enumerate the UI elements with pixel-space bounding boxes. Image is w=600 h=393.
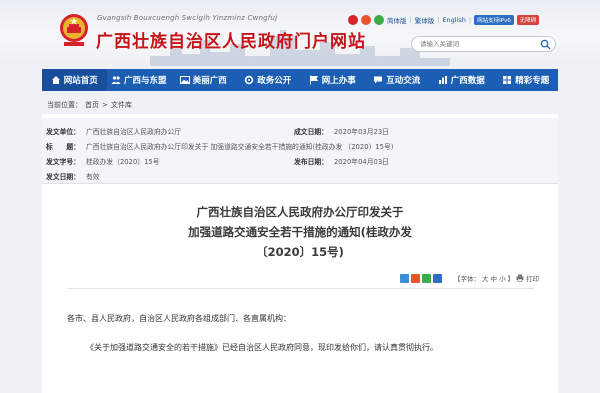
nav-item-online-services[interactable]: 网上办事 [300, 69, 365, 91]
meta-docno-value: 桂政办发〔2020〕15号 [85, 158, 160, 166]
wechat-icon[interactable] [374, 15, 384, 25]
nav-item-interaction[interactable]: 互动交流 [365, 69, 430, 91]
top-links: 简体版 | 繁体版 | English | 网站支持IPv6 无障碍 [348, 15, 540, 25]
article-title-line: 加强道路交通安全若干措施的通知(桂政办发 [188, 225, 412, 239]
nav-label: 美丽广西 [192, 76, 227, 86]
site-title[interactable]: 广西壮族自治区人民政府门户网站 [96, 27, 366, 52]
grid-icon [503, 76, 512, 84]
meta-docno-label: 发文字号： [46, 158, 80, 166]
flag-icon [309, 75, 318, 85]
meta-title-value: 广西壮族自治区人民政府办公厅印发关于 加强道路交通安全若干措施的通知(桂政办发 … [85, 143, 394, 151]
meta-pubdate-label: 发布日期： [294, 158, 328, 166]
nav-item-data[interactable]: 广西数据 [429, 69, 494, 91]
font-size-large[interactable]: 大 [482, 273, 489, 283]
meta-date: 成文日期： 2020年03月23日 [294, 126, 389, 136]
breadcrumb-current[interactable]: 文件库 [111, 100, 132, 110]
share-weibo-icon[interactable] [411, 273, 420, 283]
weibo-icon[interactable] [361, 15, 371, 25]
font-size-small[interactable]: 小 [499, 273, 506, 283]
chat-icon [374, 76, 383, 84]
nav-label: 网上办事 [321, 76, 356, 86]
message-icon[interactable] [348, 15, 358, 25]
nav-label: 广西数据 [450, 76, 485, 86]
meta-issuer-label: 发文单位： [46, 128, 80, 136]
meta-issuer: 发文单位： 广西壮族自治区人民政府办公厅 [46, 126, 181, 136]
font-size-end: 】 [507, 275, 515, 283]
meta-date-label: 成文日期： [294, 128, 328, 136]
meta-validity: 发文日期： 有效 [46, 171, 100, 181]
meta-validity-label: 发文日期： [46, 173, 80, 181]
gear-icon [245, 75, 254, 85]
breadcrumb-home[interactable]: 首页 [85, 100, 99, 110]
site-header: Gvangsih Bouxcuengh Swcigih Yinzminz Cwn… [0, 0, 600, 66]
chart-icon [438, 76, 447, 84]
meta-pubdate: 发布日期： 2020年04月03日 [294, 156, 389, 166]
article-title-line: 〔2020〕15号) [256, 245, 344, 259]
print-icon[interactable] [516, 274, 524, 282]
article-tools: 【字体： 大 中 小 】 打印 [400, 273, 539, 283]
nav-label: 网站首页 [63, 76, 98, 86]
nav-item-asean[interactable]: 广西与东盟 [107, 69, 172, 91]
nav-item-beautiful-guangxi[interactable]: 美丽广西 [171, 69, 236, 91]
article-paragraph-body: 《关于加强道路交通安全的若干措施》已经自治区人民政府同意，现印发给你们，请认真贯… [86, 343, 438, 352]
accessibility-button[interactable]: 无障碍 [516, 15, 540, 25]
home-icon [51, 76, 60, 84]
nav-label: 互动交流 [386, 76, 421, 86]
share-qzone-icon[interactable] [400, 273, 409, 283]
nav-item-home[interactable]: 网站首页 [42, 69, 107, 91]
image-icon [179, 76, 190, 84]
breadcrumb-prefix: 当前位置： [47, 101, 82, 109]
search-icon[interactable] [540, 39, 551, 50]
font-size-label: 【字体： [454, 275, 480, 283]
search-input[interactable] [412, 37, 532, 51]
nav-item-topics[interactable]: 精彩专题 [494, 69, 559, 91]
divider [68, 288, 534, 289]
breadcrumb-separator: > [102, 101, 108, 109]
traditional-link[interactable]: 繁体版 [415, 15, 435, 25]
print-button[interactable]: 打印 [526, 273, 539, 283]
nav-label: 广西与东盟 [123, 76, 167, 86]
nav-label: 政务公开 [257, 76, 292, 86]
people-icon [111, 76, 121, 84]
simplified-link[interactable]: 简体版 [387, 15, 407, 25]
article-title: 广西壮族自治区人民政府办公厅印发关于 加强道路交通安全若干措施的通知(桂政办发 … [42, 202, 558, 262]
meta-docno: 发文字号： 桂政办发〔2020〕15号 [46, 156, 160, 166]
article-paragraph-greeting: 各市、县人民政府，自治区人民政府各组成部门、各直属机构： [67, 314, 291, 323]
nav-label: 精彩专题 [515, 76, 550, 86]
ipv6-badge[interactable]: 网站支持IPv6 [474, 15, 514, 25]
english-link[interactable]: English [442, 16, 465, 24]
share-more-icon[interactable] [433, 273, 442, 283]
breadcrumb: 当前位置： 首页 > 文件库 [42, 96, 558, 114]
main-nav: 网站首页 广西与东盟 美丽广西 政务公开 网上办事 互动交流 广西数据 精彩专题 [42, 69, 558, 91]
font-size-medium[interactable]: 中 [491, 273, 498, 283]
site-subtitle: Gvangsih Bouxcuengh Swcigih Yinzminz Cwn… [97, 14, 278, 22]
meta-issuer-value: 广西壮族自治区人民政府办公厅 [85, 128, 182, 136]
share-wechat-icon[interactable] [422, 273, 431, 283]
meta-title: 标 题： 广西壮族自治区人民政府办公厅印发关于 加强道路交通安全若干措施的通知(桂… [46, 141, 393, 151]
meta-pubdate-value: 2020年04月03日 [333, 158, 389, 166]
meta-date-value: 2020年03月23日 [333, 128, 389, 136]
article-title-line: 广西壮族自治区人民政府办公厅印发关于 [196, 205, 404, 219]
search-box [411, 36, 556, 52]
meta-validity-value: 有效 [85, 173, 100, 181]
meta-title-label: 标 题： [46, 143, 80, 151]
national-emblem-icon [60, 14, 88, 46]
nav-item-gov-affairs[interactable]: 政务公开 [236, 69, 301, 91]
